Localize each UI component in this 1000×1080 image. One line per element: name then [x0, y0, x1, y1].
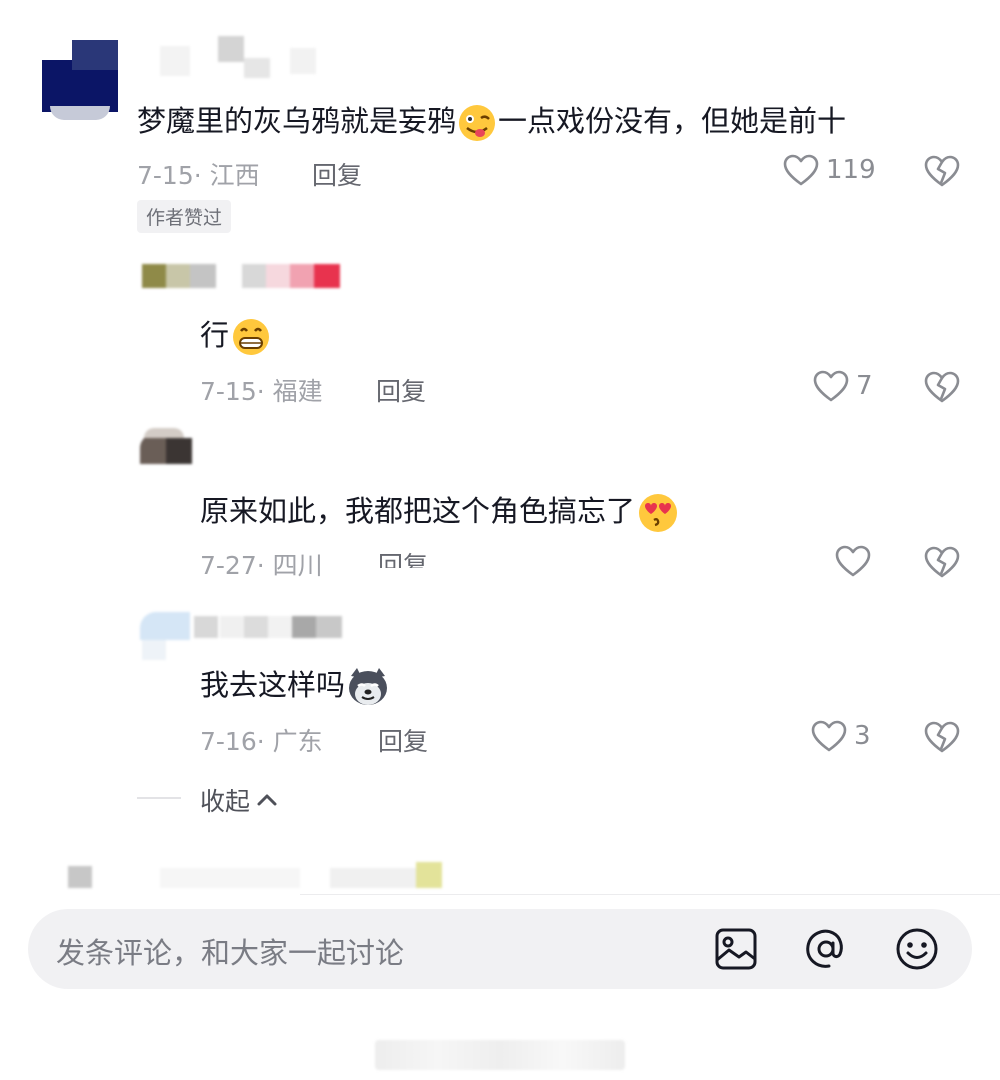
broken-heart-icon — [924, 546, 960, 578]
at-icon — [806, 929, 843, 968]
author-liked-tag: 作者赞过 — [137, 200, 232, 233]
reply-date-location: 7-15· 福建 — [200, 377, 323, 406]
divider — [300, 894, 1000, 895]
reply-user-blurred[interactable] — [140, 428, 196, 468]
reply-text: 我去这样吗 — [200, 662, 391, 708]
chevron-up-icon — [257, 794, 277, 806]
image-icon — [715, 928, 757, 970]
like-button[interactable]: 3 — [810, 719, 871, 753]
username-blurred[interactable] — [140, 36, 320, 82]
reply-date-location: 7-16· 广东 — [200, 727, 323, 756]
collapse-divider — [137, 797, 181, 799]
reply-user-blurred[interactable] — [140, 602, 350, 662]
like-count: 3 — [854, 721, 871, 751]
broken-heart-icon — [924, 155, 960, 187]
dislike-button[interactable] — [922, 153, 962, 189]
like-button[interactable] — [834, 544, 872, 578]
heart-outline-icon — [783, 154, 819, 186]
reply-button[interactable]: 回复 — [378, 722, 428, 758]
emoji-button[interactable] — [894, 926, 940, 972]
collapse-label: 收起 — [200, 787, 251, 816]
comment-text-part: 我去这样吗 — [200, 668, 346, 702]
like-count: 119 — [826, 155, 876, 185]
grin-emoji — [229, 317, 273, 357]
like-count: 7 — [856, 371, 873, 401]
image-button[interactable] — [713, 926, 759, 972]
heart-outline-icon — [811, 720, 847, 752]
reply-button[interactable]: 回复 — [378, 546, 428, 568]
next-comment-blurred — [40, 858, 460, 894]
reply-text: 行 — [200, 312, 273, 357]
reply-date-location: 7-27· 四川 — [200, 551, 323, 580]
comment-text-part: 一点戏份没有，但她是前十 — [498, 104, 847, 138]
comment-text-part: 原来如此，我都把这个角色搞忘了 — [200, 494, 636, 528]
broken-heart-icon — [924, 371, 960, 403]
comment-text: 梦魔里的灰乌鸦就是妄鸦 一点戏份没有，但她是前十 — [137, 98, 846, 142]
dislike-button[interactable] — [922, 719, 962, 755]
watermark-blurred — [375, 1040, 625, 1070]
tongue-wink-emoji — [456, 104, 498, 142]
like-button[interactable]: 119 — [782, 153, 876, 187]
broken-heart-icon — [924, 721, 960, 753]
comment-text-part: 行 — [200, 318, 230, 352]
husky-emoji — [345, 666, 391, 708]
heart-outline-icon — [835, 545, 871, 577]
like-button[interactable]: 7 — [812, 369, 873, 403]
dislike-button[interactable] — [922, 369, 962, 405]
collapse-replies-button[interactable]: 收起 — [200, 782, 280, 818]
reply-button[interactable]: 回复 — [376, 372, 426, 408]
reply-text: 原来如此，我都把这个角色搞忘了 — [200, 488, 681, 534]
reply-button[interactable]: 回复 — [312, 156, 362, 192]
heart-outline-icon — [813, 370, 849, 402]
smiley-icon — [896, 928, 938, 970]
heart-eyes-emoji — [635, 492, 681, 534]
comment-text-part: 梦魔里的灰乌鸦就是妄鸦 — [137, 104, 457, 138]
mention-button[interactable] — [803, 926, 849, 972]
avatar[interactable] — [42, 40, 118, 122]
dislike-button[interactable] — [922, 544, 962, 580]
reply-user-blurred[interactable] — [142, 262, 352, 292]
comment-input[interactable]: 发条评论，和大家一起讨论 — [56, 930, 404, 972]
comment-date-location: 7-15· 江西 — [137, 161, 260, 190]
